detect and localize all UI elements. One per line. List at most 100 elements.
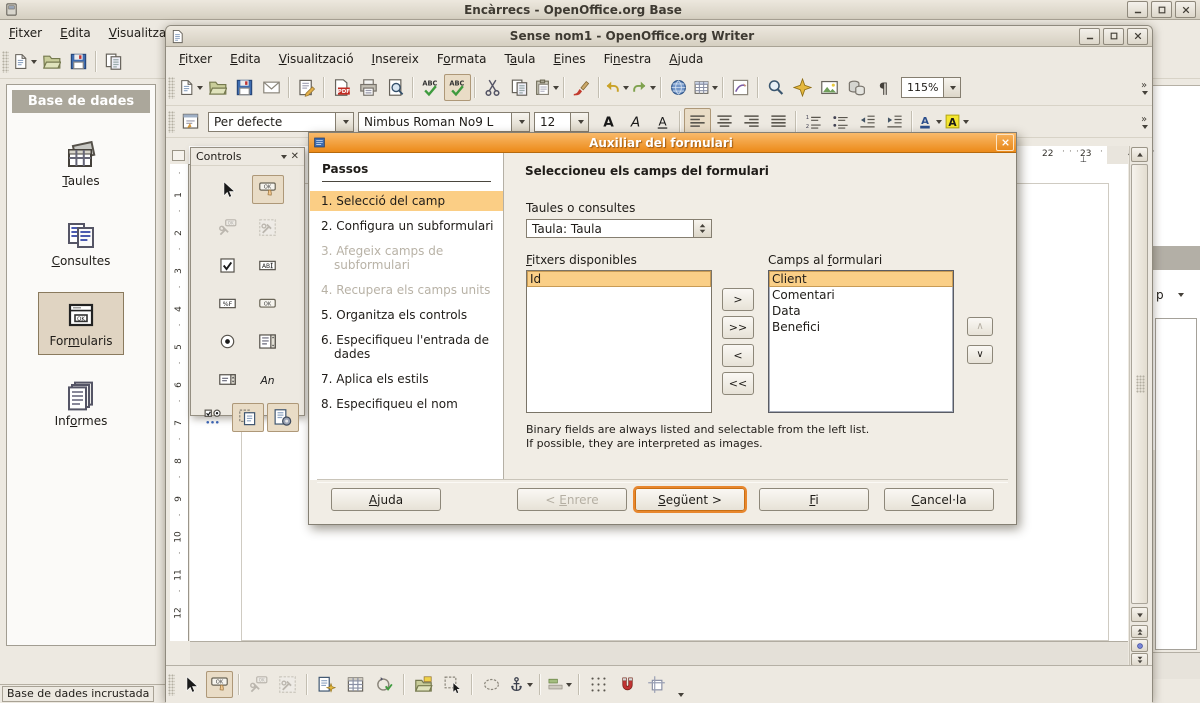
save-button[interactable] — [231, 74, 258, 101]
toolbar-grip[interactable] — [168, 674, 175, 696]
numbered-list-button[interactable]: 12 — [800, 108, 827, 135]
list-item[interactable]: Client — [769, 271, 953, 287]
menu-item-eines[interactable]: Eines — [544, 49, 594, 69]
list-item[interactable]: Data — [769, 303, 953, 319]
move-right-button[interactable]: > — [722, 288, 754, 311]
zoom-combo[interactable]: 115% — [901, 77, 961, 98]
cancel-button[interactable]: Cancel·la — [884, 488, 994, 511]
menu-item-fitxer[interactable]: Fitxer — [0, 23, 51, 43]
bold-button[interactable]: A — [595, 108, 622, 135]
anchor-button[interactable] — [507, 671, 534, 698]
insert-table-button[interactable] — [692, 74, 719, 101]
tables-combo[interactable]: Taula: Taula — [526, 219, 712, 238]
open-folder-button[interactable] — [204, 74, 231, 101]
align-right-button[interactable] — [738, 108, 765, 135]
export-pdf-button[interactable]: PDF — [328, 74, 355, 101]
auto-spellcheck-button[interactable]: ABC — [444, 74, 471, 101]
open-in-design-button[interactable] — [410, 671, 437, 698]
find-replace-button[interactable] — [762, 74, 789, 101]
toolbar-overflow-button[interactable]: » — [1140, 114, 1148, 129]
toolbar-overflow-button[interactable]: » — [1140, 80, 1148, 95]
menu-item-ajuda[interactable]: Ajuda — [660, 49, 712, 69]
menu-item-taula[interactable]: Taula — [495, 49, 544, 69]
combo-box-control-button[interactable] — [212, 365, 244, 394]
list-item[interactable]: Id — [527, 271, 711, 287]
cut-button[interactable] — [479, 74, 506, 101]
highlighting-button[interactable]: A — [943, 108, 970, 135]
edit-document-button[interactable] — [293, 74, 320, 101]
format-paintbrush-button[interactable] — [568, 74, 595, 101]
print-button[interactable] — [355, 74, 382, 101]
combo-dropdown-button[interactable] — [335, 113, 353, 131]
select-arrow-button[interactable] — [212, 175, 244, 204]
combo-dropdown-button[interactable] — [570, 113, 588, 131]
wizard-step[interactable]: 2. Configura un subformulari — [310, 216, 503, 236]
toolbar-overflow-arrow-icon[interactable] — [678, 693, 684, 697]
helplines-button[interactable] — [643, 671, 670, 698]
snap-to-grid-button[interactable] — [614, 671, 641, 698]
text-box-control-button[interactable]: AB — [252, 251, 284, 280]
push-button-control-button[interactable]: OK — [206, 671, 233, 698]
menu-item-fitxer[interactable]: Fitxer — [170, 49, 221, 69]
toolbar-grip[interactable] — [168, 111, 175, 133]
sidebar-item-taules[interactable]: Taules — [51, 132, 110, 195]
alignment-button[interactable] — [546, 671, 573, 698]
underline-button[interactable]: A — [649, 108, 676, 135]
available-fields-list[interactable]: Id — [526, 270, 712, 413]
data-sources-button[interactable] — [843, 74, 870, 101]
wizard-step[interactable]: 1. Selecció del camp — [310, 191, 503, 211]
dropdown-arrow-icon[interactable] — [31, 60, 37, 64]
wizard-step[interactable]: 6. Especifiqueu l'entrada de dades — [310, 330, 503, 364]
move-all-right-button[interactable]: >> — [722, 316, 754, 339]
dialog-close-button[interactable] — [996, 134, 1014, 151]
dropdown-arrow-icon[interactable] — [553, 86, 559, 90]
font-name-combo[interactable]: Nimbus Roman No9 L — [358, 112, 530, 132]
menu-item-formata[interactable]: Formata — [428, 49, 496, 69]
dropdown-arrow-icon[interactable] — [712, 86, 718, 90]
dropdown-arrow-icon[interactable] — [963, 120, 969, 124]
draw-functions-button[interactable] — [727, 74, 754, 101]
help-button[interactable]: Ajuda — [331, 488, 441, 511]
vertical-ruler[interactable]: 123456789101112 — [170, 164, 189, 641]
decrease-indent-button[interactable] — [854, 108, 881, 135]
menu-item-edita[interactable]: Edita — [51, 23, 100, 43]
menu-item-edita[interactable]: Edita — [221, 49, 270, 69]
selection-mode-button[interactable] — [439, 671, 466, 698]
undo-button[interactable] — [603, 74, 630, 101]
menu-item-insereix[interactable]: Insereix — [363, 49, 428, 69]
toolbar-grip[interactable] — [2, 51, 9, 73]
font-color-button[interactable]: A — [916, 108, 943, 135]
paragraph-style-combo[interactable]: Per defecte — [208, 112, 354, 132]
move-left-button[interactable]: < — [722, 344, 754, 367]
next-button[interactable]: Següent > — [635, 488, 745, 511]
ruler-corner[interactable] — [170, 147, 187, 164]
dropdown-arrow-icon[interactable] — [650, 86, 656, 90]
dropdown-arrow-icon[interactable] — [527, 683, 533, 687]
select-arrow-button[interactable] — [177, 671, 204, 698]
italic-button[interactable]: A — [622, 108, 649, 135]
copy-button[interactable] — [506, 74, 533, 101]
minimize-button[interactable] — [1127, 1, 1148, 18]
formatted-field-button[interactable]: %F — [212, 289, 244, 318]
toolbar-menu-arrow-icon[interactable] — [281, 155, 287, 159]
new-document-button[interactable] — [177, 74, 204, 101]
maximize-button[interactable] — [1151, 1, 1172, 18]
combo-spin-button[interactable] — [693, 220, 711, 237]
spellcheck-button[interactable]: ABC — [417, 74, 444, 101]
increase-indent-button[interactable] — [881, 108, 908, 135]
activation-order-button[interactable] — [371, 671, 398, 698]
sidebar-item-consultes[interactable]: Consultes — [41, 212, 122, 275]
align-center-button[interactable] — [711, 108, 738, 135]
previous-page-button[interactable] — [1131, 625, 1148, 638]
position-size-button[interactable] — [478, 671, 505, 698]
check-box-control-button[interactable] — [212, 251, 244, 280]
nonprinting-characters-button[interactable]: ¶ — [870, 74, 897, 101]
bulleted-list-button[interactable] — [827, 108, 854, 135]
page-preview-button[interactable] — [382, 74, 409, 101]
close-icon[interactable]: ✕ — [291, 151, 299, 162]
tab-stop-marker[interactable]: ⊥ — [1080, 155, 1087, 164]
wizard-step[interactable]: 5. Organitza els controls — [310, 305, 503, 325]
menu-item-finestra[interactable]: Finestra — [595, 49, 661, 69]
navigator-button[interactable] — [789, 74, 816, 101]
menu-item-visualització[interactable]: Visualització — [270, 49, 363, 69]
